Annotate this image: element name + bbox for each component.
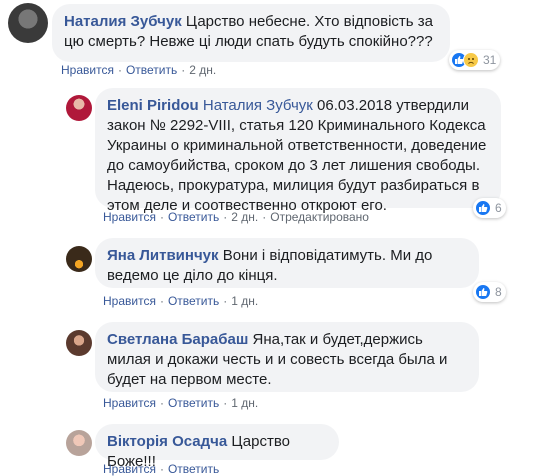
reaction-count: 31 bbox=[483, 53, 497, 67]
avatar[interactable] bbox=[66, 330, 92, 356]
mention-link[interactable]: Наталия Зубчук bbox=[203, 97, 313, 114]
timestamp[interactable]: 2 дн. bbox=[231, 210, 258, 224]
timestamp[interactable]: 1 дн. bbox=[231, 396, 258, 410]
reaction-summary[interactable]: 31 bbox=[449, 50, 501, 70]
reply-link[interactable]: Ответить bbox=[126, 63, 177, 77]
edited-label[interactable]: Отредактировано bbox=[270, 210, 369, 224]
reply-link[interactable]: Ответить bbox=[168, 294, 219, 308]
like-link[interactable]: Нравится bbox=[103, 462, 156, 476]
comment-author[interactable]: Яна Литвинчук bbox=[107, 247, 219, 264]
comment-author[interactable]: Светлана Барабаш bbox=[107, 331, 248, 348]
separator: · bbox=[223, 396, 228, 410]
separator: · bbox=[159, 210, 164, 224]
sad-reaction-icon bbox=[463, 52, 479, 68]
like-link[interactable]: Нравится bbox=[103, 294, 156, 308]
comment-bubble: Наталия Зубчук Царство небесне. Хто відп… bbox=[52, 4, 450, 62]
comment-author[interactable]: Вікторія Осадча bbox=[107, 433, 227, 450]
separator: · bbox=[159, 462, 164, 476]
avatar[interactable] bbox=[66, 95, 92, 121]
reaction-count: 6 bbox=[495, 201, 502, 215]
comment-text: 06.03.2018 утвердили закон № 2292-VIII, … bbox=[107, 97, 487, 214]
comment-actions: Нравится · Ответить · 2 дн. · Отредактировано bbox=[103, 210, 369, 224]
comment-actions: Нравится · Ответить · 2 дн. bbox=[61, 63, 216, 77]
timestamp[interactable]: 1 дн. bbox=[231, 294, 258, 308]
comment-bubble: Вікторія Осадча Царство Боже!!! bbox=[95, 424, 339, 470]
reply-link[interactable]: Ответить bbox=[168, 462, 219, 476]
separator: · bbox=[181, 63, 186, 77]
like-link[interactable]: Нравится bbox=[103, 396, 156, 410]
comment-author[interactable]: Наталия Зубчук bbox=[64, 13, 182, 30]
like-icon bbox=[475, 284, 491, 300]
reply-link[interactable]: Ответить bbox=[168, 396, 219, 410]
comment-bubble: Светлана Барабаш Яна,так и будет,держись… bbox=[95, 322, 479, 392]
timestamp[interactable]: 2 дн. bbox=[189, 63, 216, 77]
separator: · bbox=[117, 63, 122, 77]
comment-author[interactable]: Eleni Piridou bbox=[107, 97, 199, 114]
avatar[interactable] bbox=[66, 246, 92, 272]
reaction-count: 8 bbox=[495, 285, 502, 299]
comment-bubble: Eleni Piridou Наталия Зубчук 06.03.2018 … bbox=[95, 88, 501, 214]
separator: · bbox=[223, 294, 228, 308]
comment-actions: Нравится · Ответить bbox=[103, 462, 219, 476]
separator: · bbox=[159, 396, 164, 410]
avatar[interactable] bbox=[8, 3, 48, 43]
like-link[interactable]: Нравится bbox=[61, 63, 114, 77]
reaction-summary[interactable]: 8 bbox=[473, 282, 506, 302]
reply-link[interactable]: Ответить bbox=[168, 210, 219, 224]
separator: · bbox=[262, 210, 267, 224]
separator: · bbox=[159, 294, 164, 308]
comment-actions: Нравится · Ответить · 1 дн. bbox=[103, 396, 258, 410]
comment-bubble: Яна Литвинчук Вони і відповідатимуть. Ми… bbox=[95, 238, 479, 288]
like-icon bbox=[475, 200, 491, 216]
comment-actions: Нравится · Ответить · 1 дн. bbox=[103, 294, 258, 308]
avatar[interactable] bbox=[66, 430, 92, 456]
like-link[interactable]: Нравится bbox=[103, 210, 156, 224]
reaction-summary[interactable]: 6 bbox=[473, 198, 506, 218]
separator: · bbox=[223, 210, 228, 224]
